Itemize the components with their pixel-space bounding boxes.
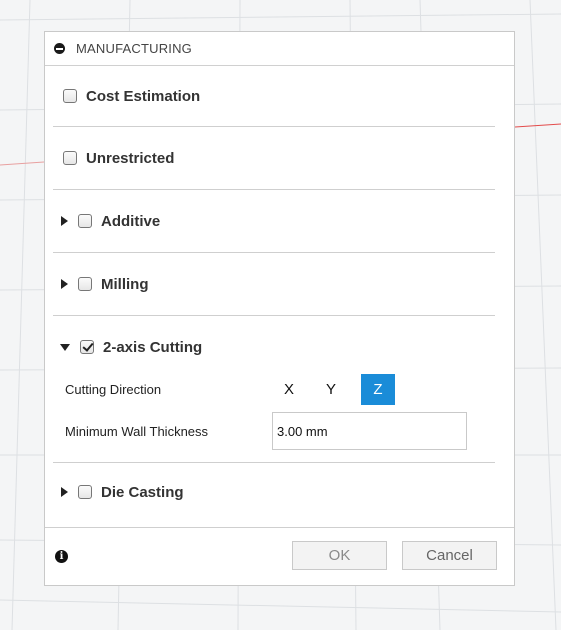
section-die-casting: Die Casting (53, 463, 495, 521)
additive-label: Additive (101, 212, 161, 230)
section-unrestricted: Unrestricted (53, 127, 495, 190)
panel-footer: i OK Cancel (45, 527, 514, 585)
additive-checkbox[interactable] (78, 214, 92, 228)
row-2-axis-cutting[interactable]: 2-axis Cutting (53, 316, 495, 378)
cutting-direction-label: Cutting Direction (65, 382, 162, 397)
section-2-axis-cutting: 2-axis Cutting Cutting Direction X Y Z M… (53, 316, 495, 463)
row-additive[interactable]: Additive (53, 190, 495, 252)
axis-z-button[interactable]: Z (361, 374, 395, 405)
milling-label: Milling (101, 275, 149, 293)
2-axis-cutting-label: 2-axis Cutting (103, 338, 203, 356)
unrestricted-label: Unrestricted (86, 149, 175, 167)
expand-arrow-icon[interactable] (61, 216, 68, 226)
section-milling: Milling (53, 253, 495, 316)
manufacturing-panel: MANUFACTURING Cost Estimation Unrestrict… (44, 31, 515, 586)
unrestricted-checkbox[interactable] (63, 151, 77, 165)
min-wall-thickness-input[interactable] (272, 412, 467, 450)
cost-estimation-label: Cost Estimation (86, 87, 201, 105)
section-cost-estimation: Cost Estimation (53, 66, 495, 127)
die-casting-checkbox[interactable] (78, 485, 92, 499)
expand-arrow-icon[interactable] (61, 279, 68, 289)
ok-button[interactable]: OK (292, 541, 387, 570)
axis-y-button[interactable]: Y (319, 374, 343, 405)
collapse-minus-icon[interactable] (54, 43, 65, 54)
expand-arrow-icon[interactable] (61, 487, 68, 497)
info-icon[interactable]: i (55, 550, 68, 563)
row-cost-estimation[interactable]: Cost Estimation (53, 66, 495, 126)
min-wall-thickness-label: Minimum Wall Thickness (65, 423, 209, 439)
panel-title: MANUFACTURING (76, 41, 192, 56)
die-casting-label: Die Casting (101, 483, 184, 501)
2-axis-cutting-checkbox[interactable] (80, 340, 94, 354)
collapse-arrow-icon[interactable] (60, 343, 70, 351)
axis-x-button[interactable]: X (277, 374, 301, 405)
row-milling[interactable]: Milling (53, 253, 495, 315)
cutting-direction-row: Cutting Direction X Y Z (53, 374, 495, 405)
section-additive: Additive (53, 190, 495, 253)
cancel-button[interactable]: Cancel (402, 541, 497, 570)
min-wall-thickness-row: Minimum Wall Thickness (53, 412, 495, 450)
cost-estimation-checkbox[interactable] (63, 89, 77, 103)
milling-checkbox[interactable] (78, 277, 92, 291)
row-unrestricted[interactable]: Unrestricted (53, 127, 495, 189)
row-die-casting[interactable]: Die Casting (53, 463, 495, 521)
panel-header[interactable]: MANUFACTURING (45, 32, 514, 66)
